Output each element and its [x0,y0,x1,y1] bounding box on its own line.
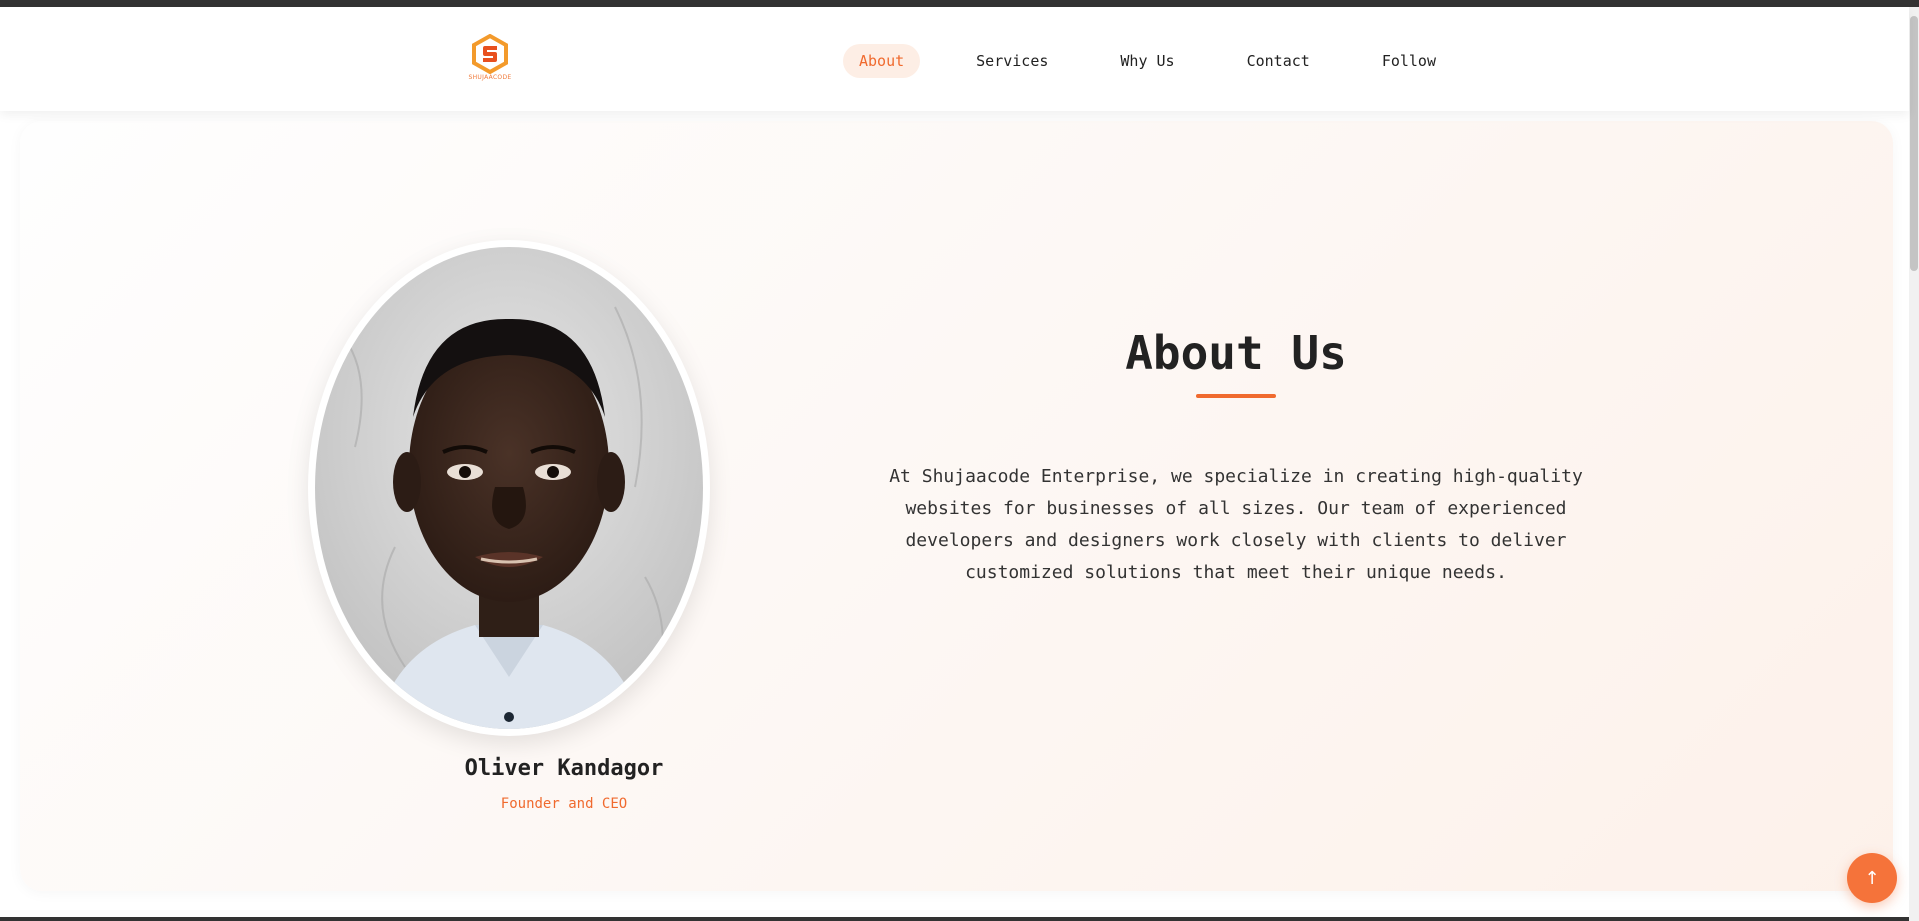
founder-portrait [315,247,703,729]
about-title: About Us [1125,326,1347,380]
nav-item-about[interactable]: About [843,44,921,78]
brand-logo[interactable]: SHUJAACODE [462,34,518,84]
founder-photo-icon [315,247,703,729]
founder-role: Founder and CEO [500,796,628,812]
main-nav: About Services Why Us Contact Follow [843,44,1452,78]
site-header: SHUJAACODE About Services Why Us Contact… [0,7,1909,111]
top-border [0,0,1919,7]
about-description: At Shujaacode Enterprise, we specialize … [889,466,1583,583]
scrollbar-thumb[interactable] [1910,16,1918,271]
logo-text: SHUJAACODE [468,74,512,81]
scroll-to-top-button[interactable]: ↑ [1847,853,1897,903]
shujaacode-logo-icon [472,34,508,74]
bottom-border [0,917,1909,921]
arrow-up-icon: ↑ [1864,867,1880,889]
page-scrollbar[interactable] [1909,7,1919,921]
nav-item-follow[interactable]: Follow [1366,44,1452,78]
nav-item-contact[interactable]: Contact [1231,44,1326,78]
portrait-frame [308,240,710,736]
nav-item-services[interactable]: Services [960,44,1064,78]
title-underline [1196,394,1276,398]
nav-item-why-us[interactable]: Why Us [1104,44,1190,78]
founder-name: Oliver Kandagor [464,756,664,781]
